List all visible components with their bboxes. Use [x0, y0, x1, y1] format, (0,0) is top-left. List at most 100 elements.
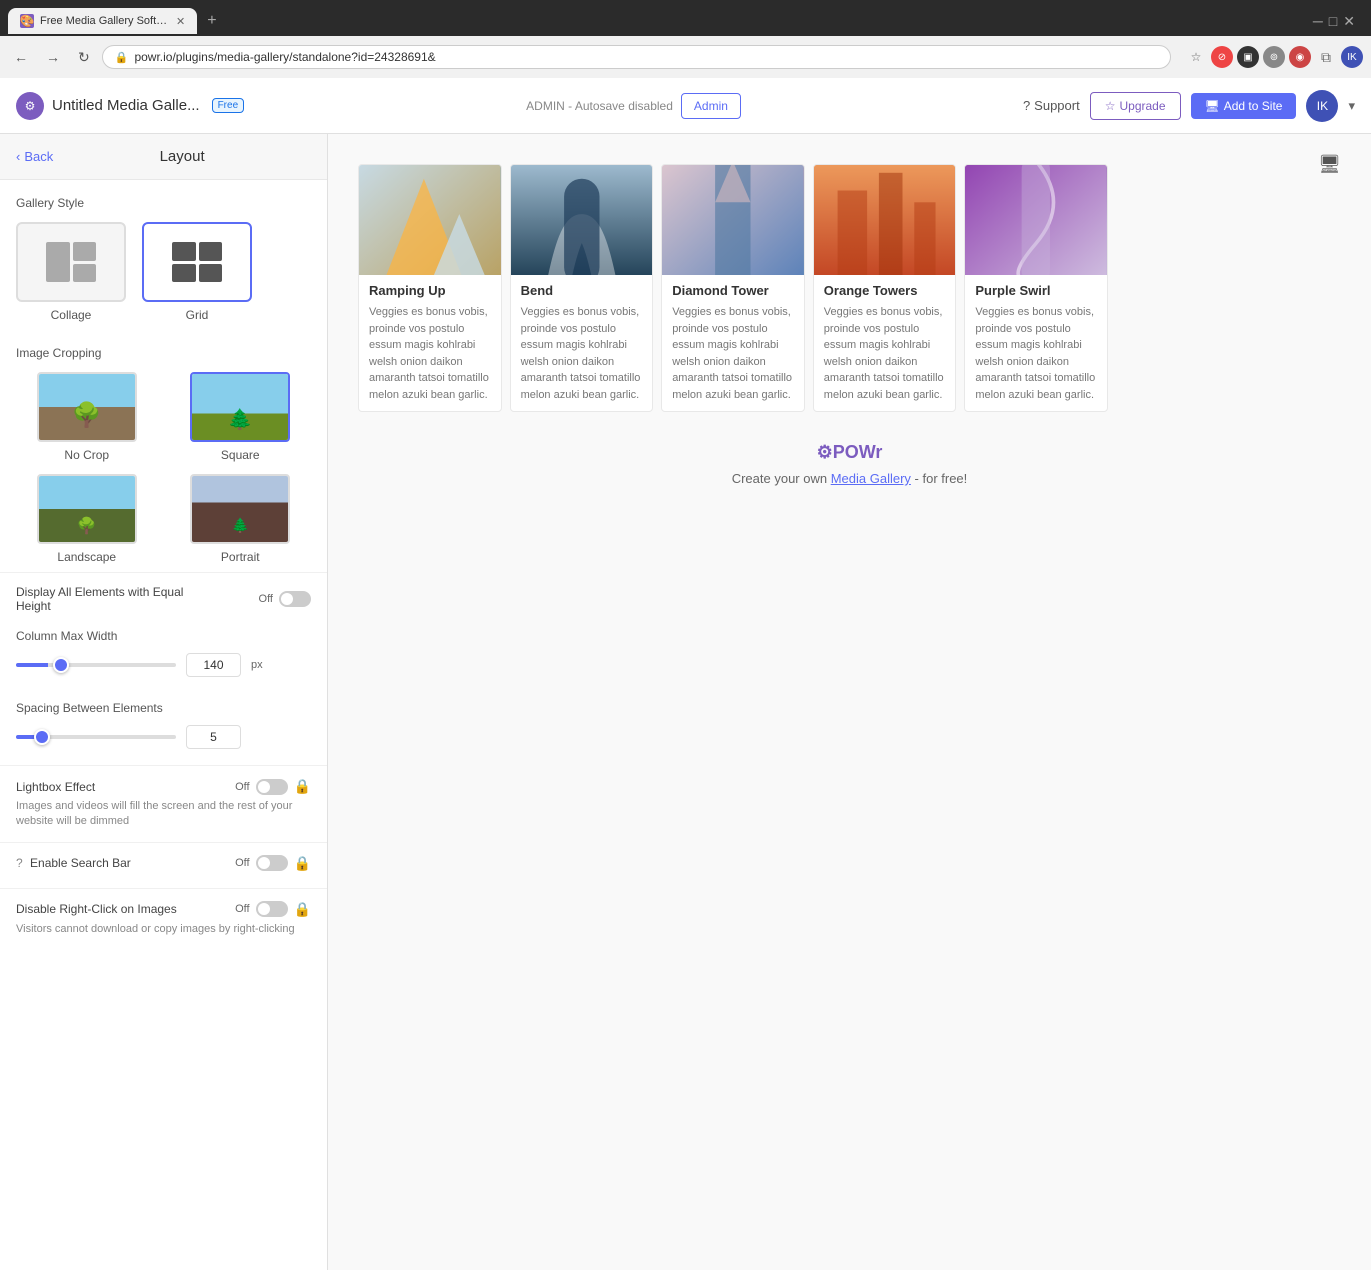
spacing-input[interactable] [186, 725, 241, 749]
right-click-header: Disable Right-Click on Images Off 🔒 [16, 901, 311, 918]
gallery-card-4[interactable]: Orange Towers Veggies es bonus vobis, pr… [813, 164, 957, 412]
support-button[interactable]: ? Support [1023, 98, 1080, 113]
spacing-slider[interactable] [16, 735, 176, 739]
header-right: ? Support ☆ Upgrade 🖥 Add to Site IK ▾ [1023, 90, 1355, 122]
grid-option[interactable]: Grid [142, 222, 252, 322]
collage-option[interactable]: Collage [16, 222, 126, 322]
extension-icon-3[interactable]: ⊚ [1263, 46, 1285, 68]
extensions-button[interactable]: ⧉ [1315, 46, 1337, 68]
app-title: Untitled Media Galle... [52, 97, 200, 114]
card-title-2: Bend [521, 283, 643, 298]
sidebar: ‹ Back Layout Gallery Style [0, 134, 328, 1270]
back-chevron-icon: ‹ [16, 149, 20, 164]
back-nav-button[interactable]: ← [8, 45, 34, 69]
profile-icon[interactable]: IK [1341, 46, 1363, 68]
landscape-crop-option[interactable]: Landscape [16, 474, 158, 564]
no-crop-option[interactable]: No Crop [16, 372, 158, 462]
equal-height-toggle[interactable] [279, 591, 311, 607]
column-max-width-input[interactable] [186, 653, 241, 677]
extension-icon-2[interactable]: ▣ [1237, 46, 1259, 68]
back-label: Back [24, 149, 53, 164]
admin-status: ADMIN - Autosave disabled [526, 99, 673, 113]
browser-chrome: 🎨 Free Media Gallery Software App... ✕ +… [0, 0, 1371, 78]
question-icon: ? [1023, 98, 1030, 113]
collage-cell-2 [73, 242, 97, 261]
minimize-button[interactable]: ─ [1313, 13, 1323, 30]
close-button[interactable]: ✕ [1343, 13, 1355, 30]
forward-nav-button[interactable]: → [40, 45, 66, 69]
search-bar-toggle[interactable] [256, 855, 288, 871]
active-tab[interactable]: 🎨 Free Media Gallery Software App... ✕ [8, 8, 197, 34]
crop-options: No Crop Square Landscape [16, 372, 311, 564]
collage-option-box [16, 222, 126, 302]
gallery-style-section: Gallery Style Collage [0, 180, 327, 330]
grid-icon [172, 242, 222, 282]
column-max-width-label: Column Max Width [16, 629, 311, 643]
card-text-5: Veggies es bonus vobis, proinde vos post… [975, 304, 1097, 403]
media-gallery-link[interactable]: Media Gallery [831, 471, 911, 486]
card-text-4: Veggies es bonus vobis, proinde vos post… [824, 304, 946, 403]
lightbox-desc: Images and videos will fill the screen a… [16, 799, 311, 830]
powr-footer: ⚙POWr Create your own Media Gallery - fo… [358, 412, 1341, 506]
avatar-chevron[interactable]: ▾ [1348, 98, 1355, 114]
right-click-label: Disable Right-Click on Images [16, 902, 177, 916]
search-bar-knob [258, 857, 270, 869]
address-bar[interactable]: 🔒 powr.io/plugins/media-gallery/standalo… [102, 45, 1171, 69]
gallery-card-4-body: Orange Towers Veggies es bonus vobis, pr… [814, 275, 956, 411]
collage-cell-1 [46, 242, 70, 282]
gallery-card-3-image [662, 165, 804, 275]
gallery-card-3[interactable]: Diamond Tower Veggies es bonus vobis, pr… [661, 164, 805, 412]
maximize-button[interactable]: □ [1329, 13, 1337, 30]
sidebar-title: Layout [160, 148, 205, 165]
avatar[interactable]: IK [1306, 90, 1338, 122]
lightbox-lock-icon: 🔒 [294, 778, 311, 795]
portrait-crop-thumb [190, 474, 290, 544]
search-bar-header: ? Enable Search Bar Off 🔒 [16, 855, 311, 872]
screen-icon[interactable]: 🖥 [1318, 154, 1341, 175]
lightbox-toggle[interactable] [256, 779, 288, 795]
bookmark-icon[interactable]: ☆ [1185, 46, 1207, 68]
gallery-card-5[interactable]: Purple Swirl Veggies es bonus vobis, pro… [964, 164, 1108, 412]
card-title-5: Purple Swirl [975, 283, 1097, 298]
tab-close-button[interactable]: ✕ [176, 15, 185, 28]
header-center: ADMIN - Autosave disabled Admin [244, 93, 1023, 119]
no-crop-thumb [37, 372, 137, 442]
column-max-width-section: Column Max Width px [0, 621, 327, 693]
grid-option-box [142, 222, 252, 302]
gallery-card-2[interactable]: Bend Veggies es bonus vobis, proinde vos… [510, 164, 654, 412]
extension-icon-1[interactable]: ⊘ [1211, 46, 1233, 68]
monitor-icon: 🖥 [1205, 99, 1220, 113]
new-tab-button[interactable]: + [201, 12, 222, 30]
gallery-card-1[interactable]: Ramping Up Veggies es bonus vobis, proin… [358, 164, 502, 412]
square-crop-option[interactable]: Square [170, 372, 312, 462]
right-click-state: Off [235, 903, 249, 915]
add-to-site-button[interactable]: 🖥 Add to Site [1191, 93, 1297, 119]
grid-label: Grid [186, 308, 209, 322]
column-max-width-slider[interactable] [16, 663, 176, 667]
square-crop-thumb [190, 372, 290, 442]
preview-container: 🖥 [358, 164, 1341, 506]
gallery-style-label: Gallery Style [16, 196, 311, 210]
equal-height-knob [281, 593, 293, 605]
back-button[interactable]: ‹ Back [16, 149, 53, 164]
app-logo: ⚙ Untitled Media Galle... Free [16, 92, 244, 120]
card-title-1: Ramping Up [369, 283, 491, 298]
image-cropping-label: Image Cropping [16, 346, 311, 360]
portrait-crop-option[interactable]: Portrait [170, 474, 312, 564]
upgrade-button[interactable]: ☆ Upgrade [1090, 92, 1181, 120]
right-click-toggle[interactable] [256, 901, 288, 917]
admin-button[interactable]: Admin [681, 93, 741, 119]
reload-button[interactable]: ↻ [72, 45, 96, 70]
image-cropping-section: Image Cropping No Crop Square [0, 330, 327, 572]
footer-text: Create your own Media Gallery - for free… [358, 471, 1341, 486]
main-content: ‹ Back Layout Gallery Style [0, 134, 1371, 1270]
address-text: powr.io/plugins/media-gallery/standalone… [134, 50, 435, 64]
equal-height-toggle-wrap: Off [259, 591, 311, 607]
card-text-3: Veggies es bonus vobis, proinde vos post… [672, 304, 794, 403]
grid-cell-1 [172, 242, 196, 261]
search-bar-question-icon: ? [16, 856, 23, 870]
extension-icon-4[interactable]: ◉ [1289, 46, 1311, 68]
column-max-width-unit: px [251, 659, 263, 671]
search-bar-lock-icon: 🔒 [294, 855, 311, 872]
collage-cell-3 [73, 264, 97, 283]
